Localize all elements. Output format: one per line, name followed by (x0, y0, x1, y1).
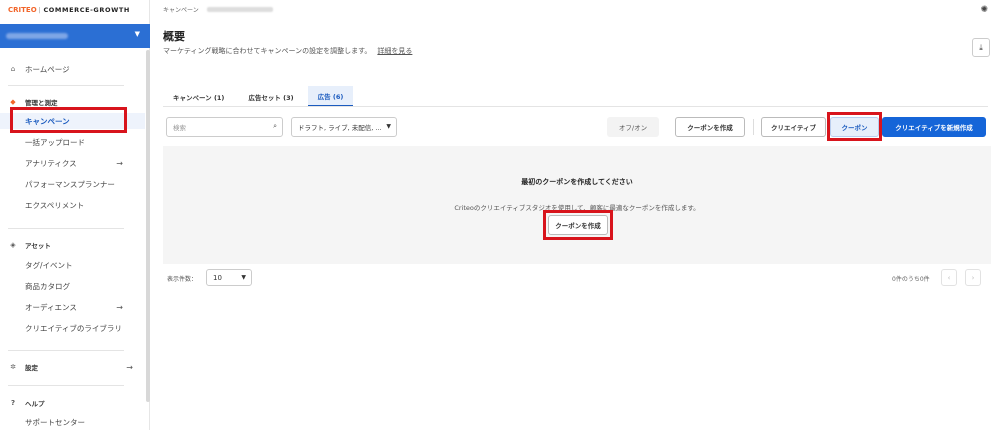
app-root: CRITEO | COMMERCE-GROWTH ▼ ⌂ ホームページ ◆ 管理と測… (0, 0, 1000, 430)
diamond-icon: ◆ (10, 98, 16, 106)
arrow-right-icon: → (126, 362, 133, 372)
sidebar-item-product-catalog[interactable]: 商品カタログ (0, 278, 145, 294)
highlight-coupon (827, 112, 882, 141)
highlight-empty-create-coupon (543, 210, 613, 240)
sidebar-group-manage: ◆ 管理と測定 (8, 97, 57, 107)
result-count: 0件のうち0件 (892, 276, 930, 283)
chevron-down-icon: ▼ (386, 123, 391, 130)
tab-campaigns[interactable]: キャンペーン (1) (163, 86, 234, 107)
sidebar-divider (8, 385, 124, 386)
create-coupon-button[interactable]: クーポンを作成 (675, 117, 745, 137)
sidebar-divider (8, 350, 124, 351)
sidebar-item-support-center[interactable]: サポートセンター (0, 414, 145, 430)
new-creative-button[interactable]: クリエイティブを新規作成 (882, 117, 986, 137)
creative-button[interactable]: クリエイティブ (761, 117, 826, 137)
search-input[interactable]: 検索 ⌕ (166, 117, 283, 137)
sidebar-item-analytics[interactable]: アナリティクス → (0, 155, 145, 171)
tab-divider (163, 106, 988, 107)
sidebar-item-bulk-upload[interactable]: 一括アップロード (0, 134, 145, 150)
home-icon: ⌂ (10, 65, 16, 73)
chevron-down-icon: ▼ (134, 30, 140, 38)
breadcrumb: キャンペーン (163, 5, 273, 14)
bug-report-icon[interactable]: ✺ (980, 5, 988, 15)
sidebar-item-performance-planner[interactable]: パフォーマンスプランナー (0, 176, 145, 192)
next-page-button[interactable]: › (965, 269, 981, 286)
arrow-right-icon: → (116, 302, 123, 312)
empty-state-title: 最初のクーポンを作成してください (521, 178, 633, 186)
highlight-campaigns (10, 107, 127, 133)
sidebar-item-tags-events[interactable]: タグ/イベント (0, 257, 145, 273)
download-icon: ⤓ (979, 42, 983, 52)
sidebar-divider (8, 85, 124, 86)
sidebar: CRITEO | COMMERCE-GROWTH ▼ ⌂ ホームページ ◆ 管理と測… (0, 0, 150, 430)
account-switcher[interactable]: ▼ (0, 24, 150, 48)
layers-icon: ◈ (10, 241, 16, 249)
sidebar-group-help: ? ヘルプ (8, 398, 45, 408)
sidebar-item-settings[interactable]: ✲ 設定 → (0, 359, 145, 375)
arrow-right-icon: → (116, 158, 123, 168)
search-icon: ⌕ (273, 122, 277, 130)
help-circle-icon: ? (10, 399, 16, 407)
sidebar-item-home[interactable]: ⌂ ホームページ (0, 61, 145, 77)
status-filter-select[interactable]: ドラフト, ライブ, 未配信, ... ▼ (291, 117, 397, 137)
sidebar-item-experiments[interactable]: エクスペリメント (0, 197, 145, 213)
toolbar-separator (753, 119, 754, 135)
breadcrumb-campaigns[interactable]: キャンペーン (163, 5, 199, 14)
tab-ads[interactable]: 広告 (6) (307, 86, 354, 107)
page-title: 概要 (163, 30, 185, 43)
sidebar-item-creative-library[interactable]: クリエイティブのライブラリ (0, 320, 145, 336)
details-link[interactable]: 詳細を見る (377, 47, 412, 55)
brand-logo[interactable]: CRITEO | COMMERCE-GROWTH (8, 6, 130, 14)
gear-icon: ✲ (10, 363, 16, 371)
main-content: キャンペーン ✺ 概要 マーケティング戦略に合わせてキャンペーンの設定を調整しま… (150, 0, 1000, 430)
off-on-toggle-button[interactable]: オフ/オン (607, 117, 659, 137)
sidebar-divider (8, 228, 124, 229)
download-button[interactable]: ⤓ (972, 38, 990, 57)
tab-bar: キャンペーン (1) 広告セット (3) 広告 (6) (163, 86, 357, 107)
page-size-label: 表示件数： (167, 276, 198, 283)
account-name-redacted (6, 33, 68, 39)
chevron-down-icon: ▼ (241, 274, 246, 281)
breadcrumb-redacted (206, 7, 273, 12)
page-size-select[interactable]: 10 ▼ (206, 269, 252, 286)
page-description: マーケティング戦略に合わせてキャンペーンの設定を調整します。 詳細を見る (163, 47, 413, 55)
sidebar-group-assets: ◈ アセット (8, 240, 51, 250)
prev-page-button[interactable]: ‹ (941, 269, 957, 286)
sidebar-item-audiences[interactable]: オーディエンス → (0, 299, 145, 315)
tab-ad-sets[interactable]: 広告セット (3) (238, 86, 303, 107)
empty-state-panel: 最初のクーポンを作成してください Criteoのクリエイティブスタジオを使用して… (163, 146, 991, 264)
